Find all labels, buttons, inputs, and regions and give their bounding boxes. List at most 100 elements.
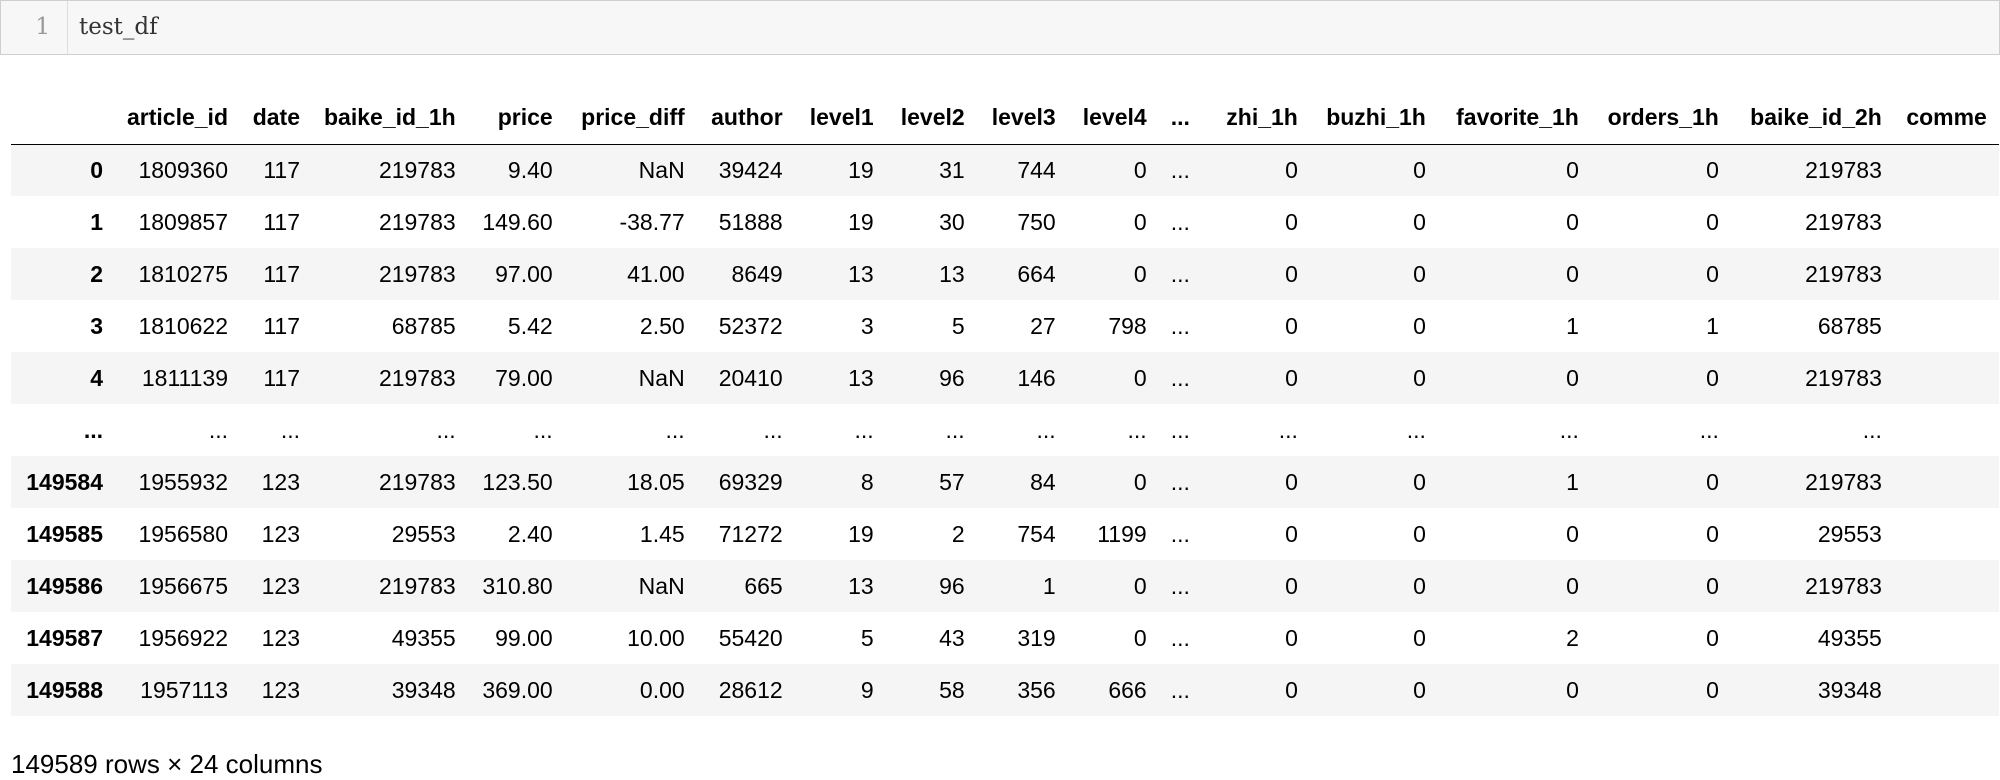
table-cell: ... [1862, 416, 1882, 443]
column-header: favorite_1h [1437, 92, 1591, 145]
table-row: 4 1811139 117 219783 79.00 NaN 20410 13 96 146 0..… [11, 352, 1999, 404]
table-cell: 0 [1133, 208, 1147, 235]
row-index: 4 [90, 364, 103, 391]
table-cell: 31 [939, 156, 965, 183]
table-cell: 117 [263, 260, 300, 287]
table-cell: 0 [1285, 624, 1298, 651]
table-cell: 123 [261, 676, 300, 703]
table-row: 149586 1956675 123 219783 310.80 NaN 665 13 96 1 0… [11, 560, 1999, 612]
table-cell [1894, 508, 1999, 560]
table-cell [1894, 300, 1999, 352]
table-cell [1894, 560, 1999, 612]
table-cell: ... [1699, 416, 1719, 443]
row-index: 0 [90, 156, 103, 183]
table-cell: 49355 [391, 624, 456, 651]
table-cell: ... [1170, 156, 1190, 183]
table-cell [1894, 612, 1999, 664]
table-cell: 1 [1566, 468, 1579, 495]
table-cell: 8 [860, 468, 874, 495]
table-cell: -38.77 [619, 208, 685, 235]
table-cell: 30 [939, 208, 965, 235]
table-cell: 0 [1285, 364, 1298, 391]
table-cell: 0 [1566, 520, 1579, 547]
table-cell: 744 [1017, 156, 1056, 183]
table-cell: NaN [638, 156, 685, 183]
table-cell: 0 [1285, 260, 1298, 287]
table-cell: 5 [951, 312, 965, 339]
row-index: 3 [90, 312, 103, 339]
table-cell: 146 [1017, 364, 1056, 391]
table-cell: 13 [848, 364, 874, 391]
code-text[interactable]: test_df [79, 1, 158, 54]
table-cell: 0 [1413, 156, 1426, 183]
table-cell: 1955932 [138, 468, 228, 495]
table-cell: 666 [1108, 676, 1147, 703]
table-cell: 0 [1413, 520, 1426, 547]
table-cell: 99.00 [495, 624, 553, 651]
table-cell: 219783 [378, 364, 456, 391]
table-cell: 798 [1108, 312, 1147, 339]
column-header: baike_id_2h [1730, 92, 1894, 145]
table-cell: 84 [1030, 468, 1056, 495]
table-cell: 39348 [391, 676, 456, 703]
table-cell: 149.60 [482, 208, 553, 235]
table-cell: 219783 [1805, 572, 1882, 599]
table-cell: 29553 [1817, 520, 1882, 547]
table-cell: 2 [1566, 624, 1579, 651]
table-cell: ... [1559, 416, 1579, 443]
table-cell: 0 [1285, 312, 1298, 339]
table-cell: ... [1127, 416, 1147, 443]
table-cell: 0 [1413, 676, 1426, 703]
table-cell: 0 [1706, 468, 1719, 495]
table-cell: 1 [1706, 312, 1719, 339]
table-cell: 219783 [378, 572, 456, 599]
table-cell: NaN [638, 572, 685, 599]
table-cell: 39348 [1817, 676, 1882, 703]
table-cell: 0 [1133, 156, 1147, 183]
row-index: ... [83, 416, 103, 443]
table-cell: 13 [848, 572, 874, 599]
table-cell: 0 [1285, 676, 1298, 703]
table-cell: 219783 [1805, 468, 1882, 495]
table-cell: ... [1036, 416, 1056, 443]
table-cell: 58 [939, 676, 965, 703]
table-cell: 0 [1133, 572, 1147, 599]
table-cell: 41.00 [627, 260, 685, 287]
table-cell: 1 [1042, 572, 1056, 599]
table-cell: 1809857 [138, 208, 228, 235]
table-cell: ... [945, 416, 965, 443]
row-index: 2 [90, 260, 103, 287]
table-cell: 0 [1566, 260, 1579, 287]
table-cell: 0 [1706, 156, 1719, 183]
table-cell: 0 [1133, 364, 1147, 391]
table-cell: 0 [1413, 312, 1426, 339]
table-cell: ... [533, 416, 553, 443]
table-cell: 0 [1566, 156, 1579, 183]
table-cell: ... [436, 416, 456, 443]
table-cell: 96 [939, 364, 965, 391]
table-cell: 754 [1017, 520, 1056, 547]
table-cell: NaN [638, 364, 685, 391]
column-header: buzhi_1h [1309, 92, 1438, 145]
table-cell: 0 [1133, 624, 1147, 651]
code-cell-input[interactable]: 1 test_df [0, 0, 2000, 55]
table-cell: 96 [939, 572, 965, 599]
table-cell: ... [1406, 416, 1426, 443]
table-cell: ... [1170, 572, 1190, 599]
table-cell: ... [1170, 260, 1190, 287]
table-cell: 0 [1413, 624, 1426, 651]
table-cell: 310.80 [482, 572, 553, 599]
table-cell: 0 [1285, 208, 1298, 235]
table-cell: 69329 [718, 468, 783, 495]
table-row: 2 1810275 117 219783 97.00 41.00 8649 13 13 664 0.… [11, 248, 1999, 300]
table-cell: 8649 [731, 260, 783, 287]
table-cell: 1809360 [138, 156, 228, 183]
table-cell [1894, 456, 1999, 508]
table-cell [1894, 248, 1999, 300]
table-cell: 0 [1285, 572, 1298, 599]
table-cell: 0 [1566, 572, 1579, 599]
table-cell: 123 [261, 624, 300, 651]
table-cell: 0.00 [639, 676, 685, 703]
table-cell: ... [208, 416, 228, 443]
table-cell: 664 [1017, 260, 1056, 287]
